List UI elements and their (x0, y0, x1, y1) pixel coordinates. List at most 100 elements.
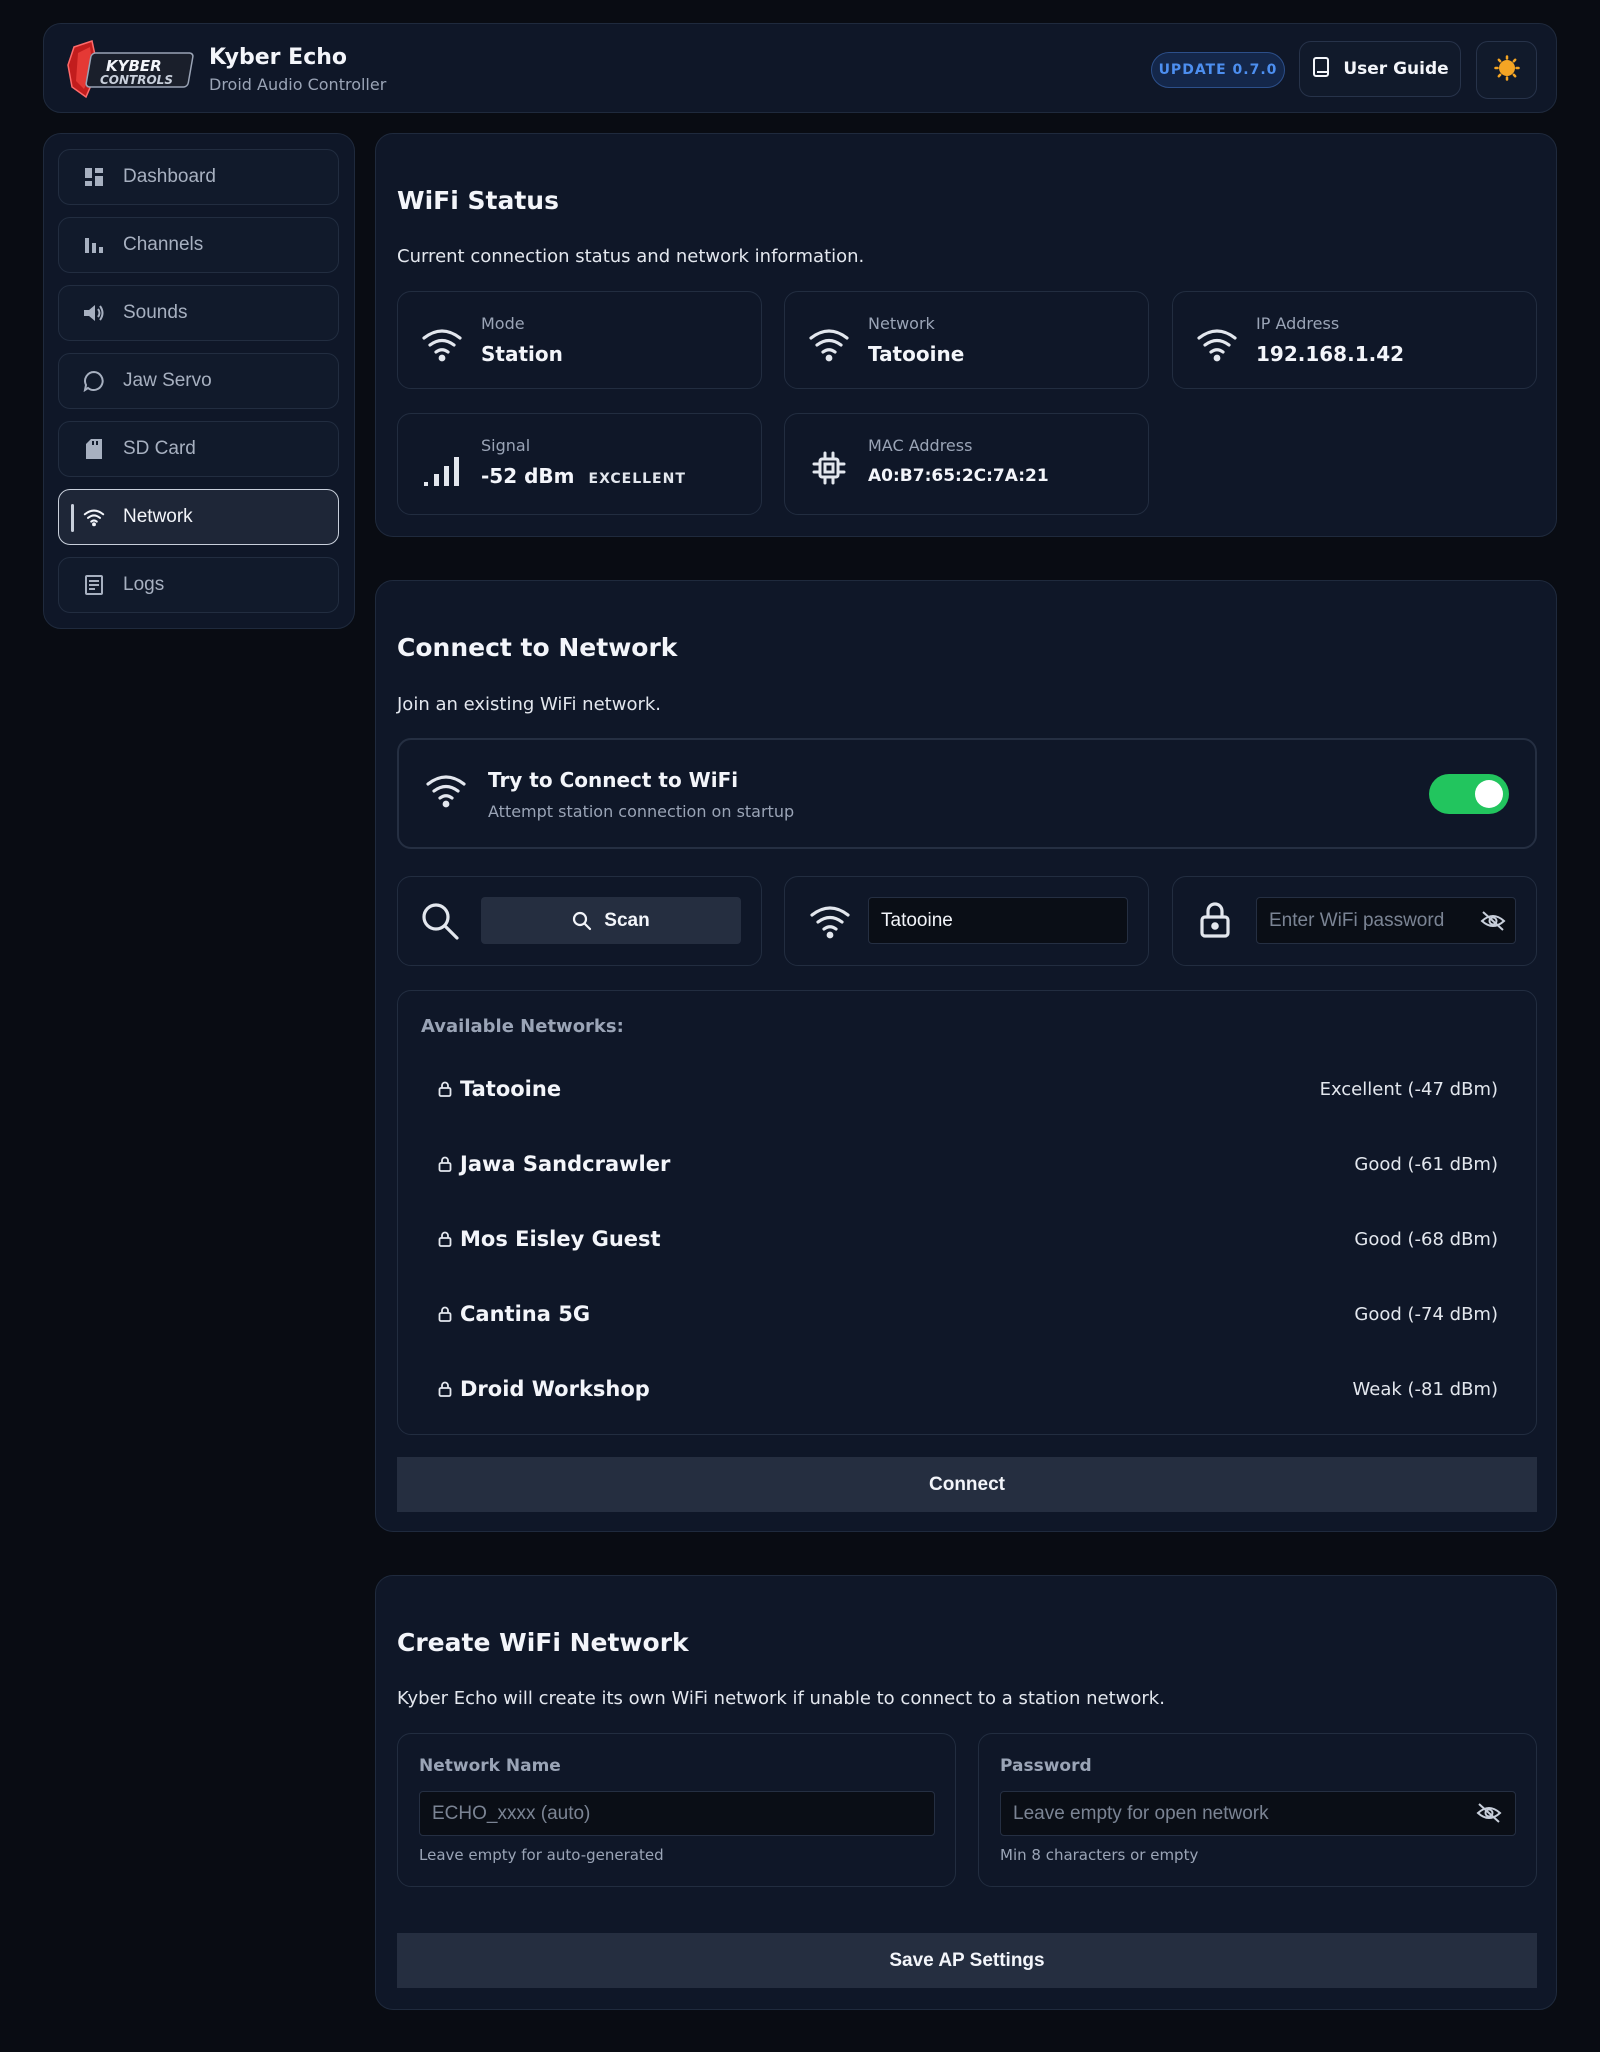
ap-name-card: Network Name Leave empty for auto-genera… (397, 1733, 956, 1887)
available-networks-list: Available Networks: Tatooine Excellent (… (397, 990, 1537, 1435)
book-icon (1311, 56, 1331, 83)
sidebar-item-dashboard[interactable]: Dashboard (58, 149, 339, 205)
sidebar-item-logs[interactable]: Logs (58, 557, 339, 613)
sidebar-item-label: Dashboard (123, 166, 216, 187)
user-guide-label: User Guide (1343, 59, 1449, 79)
sidebar-item-sd-card[interactable]: SD Card (58, 421, 339, 477)
mode-label: Mode (481, 314, 525, 333)
save-ap-settings-button[interactable]: Save AP Settings (397, 1933, 1537, 1988)
list-item[interactable]: Mos Eisley Guest Good (-68 dBm) (438, 1219, 1498, 1259)
sidebar-item-label: Jaw Servo (123, 370, 212, 391)
chip-icon (807, 446, 851, 490)
bars-icon (83, 234, 105, 256)
sidebar-item-network[interactable]: Network (58, 489, 339, 545)
signal-card: Signal -52 dBm EXCELLENT (397, 413, 762, 515)
ap-password-card: Password Min 8 characters or empty (978, 1733, 1537, 1887)
update-badge[interactable]: UPDATE 0.7.0 (1151, 52, 1285, 88)
app-title: Kyber Echo (209, 45, 348, 70)
list-item[interactable]: Jawa Sandcrawler Good (-61 dBm) (438, 1144, 1498, 1184)
scan-button[interactable]: Scan (481, 897, 741, 944)
mode-card: Mode Station (397, 291, 762, 389)
ap-password-input[interactable] (1000, 1791, 1516, 1836)
auto-connect-row: Try to Connect to WiFi Attempt station c… (397, 738, 1537, 849)
dashboard-icon (83, 166, 105, 188)
theme-toggle-button[interactable] (1476, 41, 1537, 99)
ap-password-hint: Min 8 characters or empty (1000, 1846, 1199, 1864)
mac-value: A0:B7:65:2C:7A:21 (868, 466, 1049, 486)
lock-icon (438, 1231, 452, 1247)
wifi-status-description: Current connection status and network in… (397, 246, 865, 267)
network-name: Tatooine (460, 1077, 562, 1101)
sidebar-item-jaw-servo[interactable]: Jaw Servo (58, 353, 339, 409)
connect-description: Join an existing WiFi network. (397, 694, 662, 715)
lock-icon (438, 1156, 452, 1172)
signal-dbm: -52 dBm (481, 464, 575, 488)
ssid-input[interactable] (868, 897, 1128, 944)
ip-card: IP Address 192.168.1.42 (1172, 291, 1537, 389)
network-strength: Good (-61 dBm) (1354, 1153, 1498, 1175)
network-strength: Good (-74 dBm) (1354, 1303, 1498, 1325)
network-strength: Weak (-81 dBm) (1352, 1378, 1498, 1400)
sidebar: Dashboard Channels Sounds Jaw Servo SD C… (43, 133, 355, 629)
list-item[interactable]: Tatooine Excellent (-47 dBm) (438, 1069, 1498, 1109)
signal-quality-tag: EXCELLENT (588, 471, 686, 487)
list-item[interactable]: Droid Workshop Weak (-81 dBm) (438, 1369, 1498, 1409)
ap-name-label: Network Name (419, 1756, 561, 1776)
ap-password-label: Password (1000, 1756, 1092, 1776)
sidebar-item-label: Network (123, 506, 193, 527)
wifi-icon (1195, 322, 1239, 366)
lock-icon (438, 1381, 452, 1397)
password-card (1172, 876, 1537, 966)
signal-label: Signal (481, 436, 531, 455)
sun-icon (1493, 55, 1520, 85)
available-networks-label: Available Networks: (421, 1016, 624, 1037)
signal-value: -52 dBm EXCELLENT (481, 464, 686, 488)
sidebar-item-channels[interactable]: Channels (58, 217, 339, 273)
sidebar-item-label: Sounds (123, 302, 188, 323)
user-guide-button[interactable]: User Guide (1299, 41, 1461, 97)
network-card: Network Tatooine (784, 291, 1149, 389)
connect-button[interactable]: Connect (397, 1457, 1537, 1512)
wifi-status-title: WiFi Status (397, 186, 559, 215)
mac-card: MAC Address A0:B7:65:2C:7A:21 (784, 413, 1149, 515)
eye-off-icon[interactable] (1480, 911, 1506, 935)
auto-connect-subtitle: Attempt station connection on startup (488, 802, 795, 821)
ip-label: IP Address (1256, 314, 1340, 333)
app-subtitle: Droid Audio Controller (209, 75, 387, 94)
lock-icon (1199, 901, 1231, 943)
search-icon (573, 911, 592, 930)
ap-description: Kyber Echo will create its own WiFi netw… (397, 1688, 1165, 1709)
connect-title: Connect to Network (397, 633, 678, 662)
lock-icon (438, 1306, 452, 1322)
sidebar-item-sounds[interactable]: Sounds (58, 285, 339, 341)
auto-connect-title: Try to Connect to WiFi (488, 768, 739, 792)
ssid-card (784, 876, 1149, 966)
speaker-icon (83, 302, 105, 324)
eye-off-icon[interactable] (1476, 1803, 1502, 1827)
network-name: Mos Eisley Guest (460, 1227, 661, 1251)
sidebar-item-label: Logs (123, 574, 165, 595)
list-item[interactable]: Cantina 5G Good (-74 dBm) (438, 1294, 1498, 1334)
network-value: Tatooine (868, 342, 965, 366)
ap-name-input[interactable] (419, 1791, 935, 1836)
mode-value: Station (481, 342, 563, 366)
scan-card: Scan (397, 876, 762, 966)
app-header: KYBER CONTROLS Kyber Echo Droid Audio Co… (43, 23, 1557, 113)
ap-name-hint: Leave empty for auto-generated (419, 1846, 664, 1864)
wifi-icon (425, 772, 467, 812)
wifi-icon (809, 903, 851, 943)
sd-card-icon (83, 438, 105, 460)
wifi-password-input[interactable] (1256, 897, 1516, 944)
svg-text:CONTROLS: CONTROLS (100, 73, 173, 87)
ap-panel: Create WiFi Network Kyber Echo will crea… (375, 1575, 1557, 2010)
wifi-icon (83, 506, 105, 528)
sidebar-item-label: Channels (123, 234, 204, 255)
network-label: Network (868, 314, 935, 333)
network-name: Cantina 5G (460, 1302, 591, 1326)
scan-label: Scan (604, 909, 650, 931)
document-icon (83, 574, 105, 596)
wifi-status-panel: WiFi Status Current connection status an… (375, 133, 1557, 537)
auto-connect-toggle[interactable] (1429, 774, 1509, 814)
network-strength: Excellent (-47 dBm) (1319, 1078, 1498, 1100)
network-name: Droid Workshop (460, 1377, 650, 1401)
